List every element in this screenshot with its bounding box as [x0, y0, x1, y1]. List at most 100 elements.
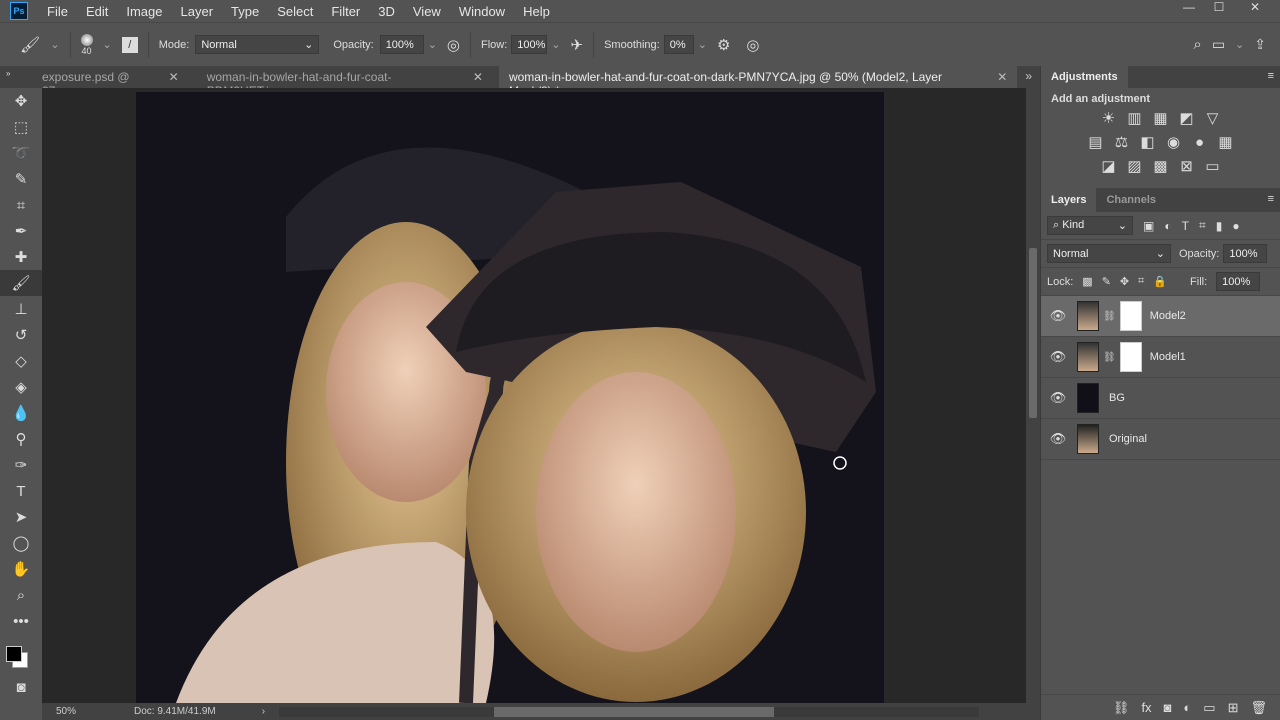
- black-white-icon[interactable]: ◧: [1138, 134, 1158, 152]
- filter-pixel-icon[interactable]: ▣: [1143, 219, 1154, 233]
- ellipse-tool-icon[interactable]: ◯: [0, 530, 42, 556]
- visibility-eye-icon[interactable]: 👁: [1041, 308, 1075, 324]
- pressure-opacity-icon[interactable]: ◎: [447, 36, 460, 54]
- foreground-color-swatch[interactable]: [6, 646, 22, 662]
- panel-menu-icon[interactable]: ≡: [1262, 66, 1280, 88]
- visibility-eye-icon[interactable]: 👁: [1041, 349, 1075, 365]
- workspace-dropdown[interactable]: ⌄: [1235, 38, 1244, 51]
- visibility-eye-icon[interactable]: 👁: [1041, 390, 1075, 406]
- menu-edit[interactable]: Edit: [77, 4, 117, 19]
- channel-mixer-icon[interactable]: ●: [1190, 134, 1210, 152]
- lock-pixels-icon[interactable]: ✎: [1102, 275, 1111, 288]
- layer-opacity-input[interactable]: 100%: [1223, 244, 1268, 263]
- smoothing-dropdown[interactable]: ⌄: [698, 38, 707, 51]
- layer-mask-thumbnail[interactable]: [1119, 301, 1142, 331]
- zoom-level[interactable]: 50%: [56, 706, 126, 717]
- pressure-size-icon[interactable]: ◎: [746, 36, 759, 54]
- tab-channels[interactable]: Channels: [1096, 188, 1166, 212]
- healing-tool-icon[interactable]: ✚: [0, 244, 42, 270]
- levels-icon[interactable]: ▥: [1125, 110, 1145, 128]
- lock-artboard-icon[interactable]: ⌗: [1138, 275, 1144, 288]
- quick-mask-icon[interactable]: ◙: [0, 674, 42, 700]
- zoom-tool-icon[interactable]: ⌕: [0, 582, 42, 608]
- menu-layer[interactable]: Layer: [172, 4, 223, 19]
- link-icon[interactable]: ⛓: [1103, 311, 1116, 322]
- search-icon[interactable]: ⌕: [1193, 36, 1201, 53]
- exposure-icon[interactable]: ◩: [1177, 110, 1197, 128]
- menu-help[interactable]: Help: [514, 4, 559, 19]
- fill-input[interactable]: 100%: [1216, 272, 1261, 291]
- status-menu-arrow[interactable]: ›: [262, 706, 265, 717]
- move-tool-icon[interactable]: ✥: [0, 88, 42, 114]
- opacity-dropdown[interactable]: ⌄: [428, 38, 437, 51]
- fx-icon[interactable]: fx: [1141, 700, 1151, 715]
- flow-dropdown[interactable]: ⌄: [551, 38, 560, 51]
- tab-fur-coat[interactable]: woman-in-bowler-hat-and-fur-coat-PDM2HET…: [189, 66, 493, 98]
- horizontal-scrollbar[interactable]: [279, 706, 980, 717]
- gear-icon[interactable]: ⚙: [717, 36, 730, 54]
- tab-adjustments[interactable]: Adjustments: [1041, 66, 1128, 88]
- menu-select[interactable]: Select: [268, 4, 322, 19]
- close-window-button[interactable]: ✕: [1240, 0, 1270, 18]
- layer-row-model1[interactable]: 👁 ⛓ Model1: [1041, 337, 1280, 378]
- new-group-icon[interactable]: ▭: [1203, 700, 1215, 716]
- brush-size-picker[interactable]: 40: [80, 33, 93, 56]
- menu-filter[interactable]: Filter: [322, 4, 369, 19]
- visibility-eye-icon[interactable]: 👁: [1041, 431, 1075, 447]
- layer-row-model2[interactable]: 👁 ⛓ Model2: [1041, 296, 1280, 337]
- lock-transparent-icon[interactable]: ▩: [1082, 275, 1092, 288]
- link-icon[interactable]: ⛓: [1103, 352, 1116, 363]
- more-tools-icon[interactable]: •••: [0, 608, 42, 634]
- filter-smart-icon[interactable]: ▮: [1216, 219, 1223, 233]
- menu-window[interactable]: Window: [450, 4, 514, 19]
- brush-preset-dropdown[interactable]: ⌄: [103, 38, 112, 51]
- posterize-icon[interactable]: ▨: [1125, 158, 1145, 176]
- airbrush-icon[interactable]: ✈: [571, 36, 584, 54]
- color-swatches[interactable]: [0, 634, 42, 674]
- collapse-toolbar-icon[interactable]: »: [0, 68, 42, 80]
- brush-tool-icon[interactable]: 🖌: [0, 270, 42, 296]
- maximize-button[interactable]: ☐: [1204, 0, 1234, 18]
- lasso-tool-icon[interactable]: ➰: [0, 140, 42, 166]
- filter-toggle[interactable]: ●: [1232, 219, 1239, 233]
- add-mask-icon[interactable]: ◙: [1164, 700, 1172, 715]
- marquee-tool-icon[interactable]: ⬚: [0, 114, 42, 140]
- type-tool-icon[interactable]: T: [0, 478, 42, 504]
- opacity-input[interactable]: 100%: [379, 35, 424, 54]
- vertical-scrollbar[interactable]: [1026, 88, 1040, 703]
- tab-layers[interactable]: Layers: [1041, 188, 1097, 212]
- lock-all-icon[interactable]: 🔒: [1153, 275, 1167, 288]
- lock-position-icon[interactable]: ✥: [1120, 275, 1129, 288]
- filter-adjustment-icon[interactable]: ◐: [1164, 219, 1171, 233]
- brush-tool-icon[interactable]: 🖌: [20, 35, 40, 55]
- gradient-triangle-icon[interactable]: ▽: [1203, 110, 1223, 128]
- brush-panel-toggle-icon[interactable]: /: [121, 36, 138, 53]
- minimize-button[interactable]: —: [1174, 0, 1204, 18]
- stamp-tool-icon[interactable]: ⊥: [0, 296, 42, 322]
- color-balance-icon[interactable]: ⚖: [1112, 134, 1132, 152]
- workspace-icon[interactable]: ▭: [1212, 36, 1225, 53]
- canvas-area[interactable]: [42, 88, 1026, 703]
- close-tab-icon[interactable]: ✕: [473, 70, 483, 88]
- brightness-icon[interactable]: ☀: [1099, 110, 1119, 128]
- invert-icon[interactable]: ◪: [1099, 158, 1119, 176]
- menu-view[interactable]: View: [404, 4, 450, 19]
- filter-shape-icon[interactable]: ⌗: [1199, 218, 1206, 233]
- layer-mask-thumbnail[interactable]: [1119, 342, 1142, 372]
- quick-select-tool-icon[interactable]: ✎: [0, 166, 42, 192]
- link-layers-icon[interactable]: ⛓: [1113, 700, 1130, 716]
- delete-layer-icon[interactable]: 🗑: [1250, 700, 1267, 716]
- close-tab-icon[interactable]: ✕: [169, 70, 179, 88]
- close-tab-icon[interactable]: ✕: [997, 70, 1007, 88]
- menu-file[interactable]: File: [38, 4, 77, 19]
- eyedropper-tool-icon[interactable]: ✒: [0, 218, 42, 244]
- layer-row-bg[interactable]: 👁 BG: [1041, 378, 1280, 419]
- menu-image[interactable]: Image: [117, 4, 171, 19]
- path-select-icon[interactable]: ➤: [0, 504, 42, 530]
- scrollbar-thumb[interactable]: [494, 706, 775, 717]
- smoothing-input[interactable]: 0%: [663, 35, 694, 54]
- new-adjustment-icon[interactable]: ◐: [1183, 700, 1191, 715]
- menu-type[interactable]: Type: [222, 4, 268, 19]
- flow-input[interactable]: 100%: [511, 35, 548, 54]
- share-icon[interactable]: ⇪: [1254, 36, 1266, 53]
